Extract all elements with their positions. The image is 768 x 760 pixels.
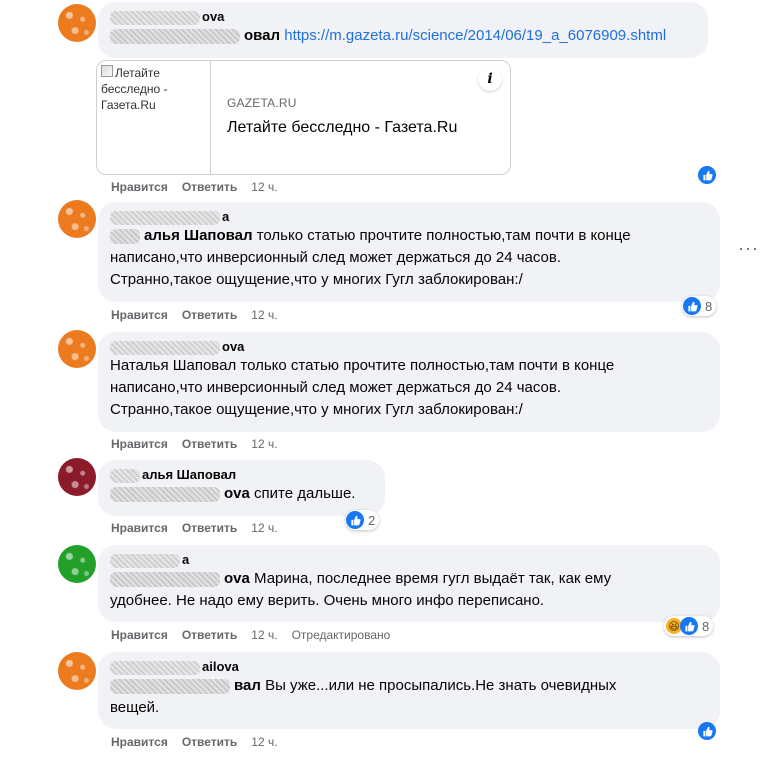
preview-domain: GAZETA.RU (227, 96, 297, 110)
reaction-count: 8 (705, 298, 713, 314)
reply-button[interactable]: Ответить (182, 735, 237, 749)
comment-bubble: a алья Шаповал только статью прочтите по… (98, 202, 720, 302)
comment-text: ova спите дальше. (110, 483, 373, 505)
more-dots-icon[interactable]: ··· (738, 239, 759, 257)
mention[interactable]: алья Шаповал (110, 227, 253, 244)
reaction-summary[interactable] (698, 722, 716, 740)
thumbs-up-icon (346, 511, 364, 529)
reaction-count: 2 (368, 512, 376, 528)
reply-button[interactable]: Ответить (182, 180, 237, 194)
comment-bubble: ova овал https://m.gazeta.ru/science/201… (98, 2, 708, 58)
broken-image-icon (101, 65, 113, 77)
comment-author[interactable]: a (110, 209, 708, 225)
obscured-name (110, 210, 220, 225)
comment-actions: Нравится Ответить 12 ч. Отредактировано (111, 628, 404, 642)
timestamp[interactable]: 12 ч. (251, 735, 277, 749)
preview-title[interactable]: Летайте бесследно - Газета.Ru (227, 119, 457, 137)
comment-actions: Нравится Ответить 12 ч. (111, 308, 292, 322)
obscured-name (110, 486, 220, 502)
reply-button[interactable]: Ответить (182, 437, 237, 451)
like-button[interactable]: Нравится (111, 308, 168, 322)
thumbs-up-icon (683, 297, 701, 315)
avatar[interactable] (58, 545, 96, 583)
avatar[interactable] (58, 4, 96, 42)
avatar[interactable] (58, 652, 96, 690)
reaction-summary[interactable] (698, 166, 716, 184)
comment-bubble: ailova вал Вы уже...или не просыпались.Н… (98, 652, 720, 729)
comment-bubble: a ova Марина, последнее время гугл выдаё… (98, 545, 720, 622)
thumbs-up-icon (698, 722, 716, 740)
mention[interactable]: ova (110, 485, 250, 502)
timestamp[interactable]: 12 ч. (251, 437, 277, 451)
obscured-name (110, 660, 200, 675)
comment-bubble: алья Шаповал ova спите дальше. (98, 460, 385, 516)
reaction-summary[interactable]: 8 (682, 296, 717, 316)
obscured-name (110, 340, 220, 355)
preview-thumbnail: Летайте бесследно - Газета.Ru (97, 61, 211, 174)
avatar[interactable] (58, 458, 96, 496)
timestamp[interactable]: 12 ч. (251, 180, 277, 194)
thumbs-up-icon (698, 166, 716, 184)
like-button[interactable]: Нравится (111, 521, 168, 535)
timestamp[interactable]: 12 ч. (251, 308, 277, 322)
timestamp[interactable]: 12 ч. (251, 628, 277, 642)
reply-button[interactable]: Ответить (182, 521, 237, 535)
reply-button[interactable]: Ответить (182, 628, 237, 642)
reply-button[interactable]: Ответить (182, 308, 237, 322)
link-preview-card[interactable]: Летайте бесследно - Газета.Ru GAZETA.RU … (96, 60, 511, 175)
obscured-name (110, 228, 140, 244)
comment-link[interactable]: https://m.gazeta.ru/science/2014/06/19_a… (284, 27, 666, 44)
mention[interactable]: вал (110, 677, 261, 694)
obscured-name (110, 553, 180, 568)
obscured-name (110, 678, 230, 694)
avatar[interactable] (58, 200, 96, 238)
comment-text: Наталья Шаповал только статью прочтите п… (110, 357, 615, 418)
comment-actions: Нравится Ответить 12 ч. (111, 521, 292, 535)
avatar[interactable] (58, 330, 96, 368)
reaction-summary[interactable]: 2 (345, 510, 380, 530)
comment-text: вал Вы уже...или не просыпались.Не знать… (110, 677, 617, 716)
edited-label[interactable]: Отредактировано (292, 628, 391, 642)
obscured-name (110, 571, 220, 587)
obscured-name (110, 468, 140, 483)
thumbs-up-icon (680, 617, 698, 635)
comment-author[interactable]: a (110, 552, 708, 568)
comment-author[interactable]: ova (110, 339, 708, 355)
mention[interactable]: овал (110, 27, 280, 44)
timestamp[interactable]: 12 ч. (251, 521, 277, 535)
comment-author[interactable]: алья Шаповал (110, 467, 373, 483)
obscured-name (110, 10, 200, 25)
mention[interactable]: ova (110, 570, 250, 587)
comment-author[interactable]: ailova (110, 659, 708, 675)
comment-actions: Нравится Ответить 12 ч. (111, 180, 292, 194)
comment-text: ova Марина, последнее время гугл выдаёт … (110, 570, 612, 609)
like-button[interactable]: Нравится (111, 180, 168, 194)
mention[interactable]: Наталья Шаповал (110, 357, 236, 374)
comment-actions: Нравится Ответить 12 ч. (111, 437, 292, 451)
comment-author[interactable]: ova (110, 9, 696, 25)
reaction-summary[interactable]: 😆 8 (664, 616, 714, 636)
comment-actions: Нравится Ответить 12 ч. (111, 735, 292, 749)
reaction-count: 8 (702, 618, 710, 634)
like-button[interactable]: Нравится (111, 628, 168, 642)
comment-text: овал https://m.gazeta.ru/science/2014/06… (110, 25, 696, 47)
like-button[interactable]: Нравится (111, 735, 168, 749)
like-button[interactable]: Нравится (111, 437, 168, 451)
comment-text: алья Шаповал только статью прочтите полн… (110, 227, 631, 288)
obscured-name (110, 28, 240, 44)
comment-bubble: ova Наталья Шаповал только статью прочти… (98, 332, 720, 432)
info-icon[interactable]: i (478, 67, 502, 91)
